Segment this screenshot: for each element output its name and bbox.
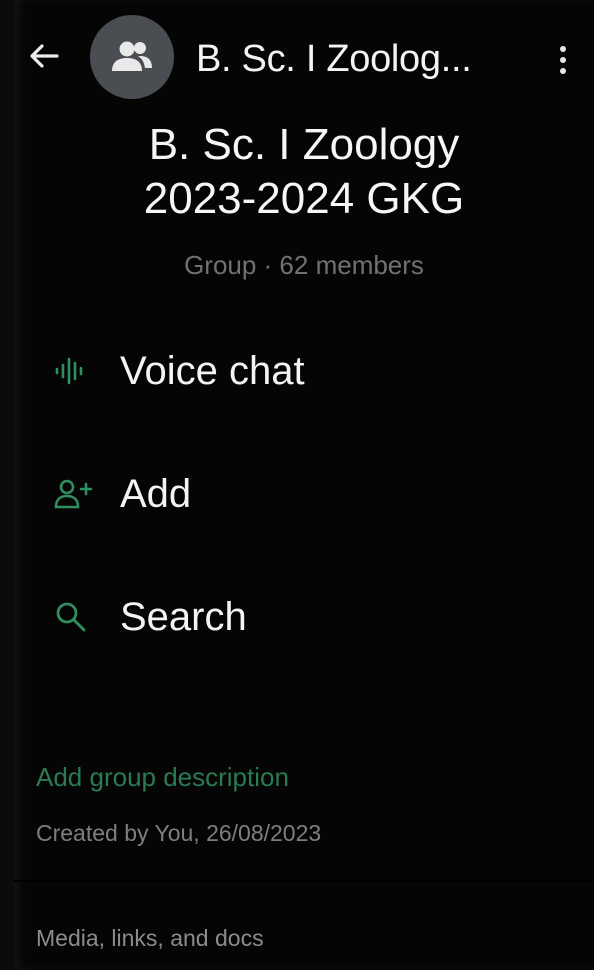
group-name-heading: B. Sc. I Zoology 2023-2024 GKG [74,118,534,226]
add-group-description-link[interactable]: Add group description [36,762,289,793]
group-icon [112,41,152,71]
created-by-text: Created by You, 26/08/2023 [36,820,322,846]
add-label: Add [120,471,192,516]
media-links-docs-link[interactable]: Media, links, and docs [36,925,264,952]
group-member-count: Group · 62 members [184,250,424,280]
section-divider [14,880,594,882]
top-app-bar: B. Sc. I Zoolog... [14,0,594,120]
group-name-line2: 2023-2024 GKG [143,174,465,223]
group-info-screen: B. Sc. I Zoolog... B. Sc. I Zoology 2023… [14,0,594,970]
add-person-icon [54,470,102,518]
voice-chat-label: Voice chat [120,348,305,393]
arrow-left-icon [30,44,59,68]
add-member-button[interactable]: Add [54,459,554,529]
voice-chat-button[interactable]: Voice chat [54,336,554,406]
search-icon [54,593,102,641]
search-button[interactable]: Search [54,582,554,652]
voice-waveform-icon [54,347,102,395]
more-vertical-icon [560,46,566,52]
header-group-title[interactable]: B. Sc. I Zoolog... [196,38,472,81]
group-name-line1: B. Sc. I Zoology [148,120,460,169]
more-options-button[interactable] [548,40,578,80]
group-avatar[interactable] [90,15,174,99]
more-vertical-icon-dot [560,57,566,63]
more-vertical-icon-dot [560,68,566,74]
search-label: Search [120,594,247,639]
back-button[interactable] [26,36,62,76]
